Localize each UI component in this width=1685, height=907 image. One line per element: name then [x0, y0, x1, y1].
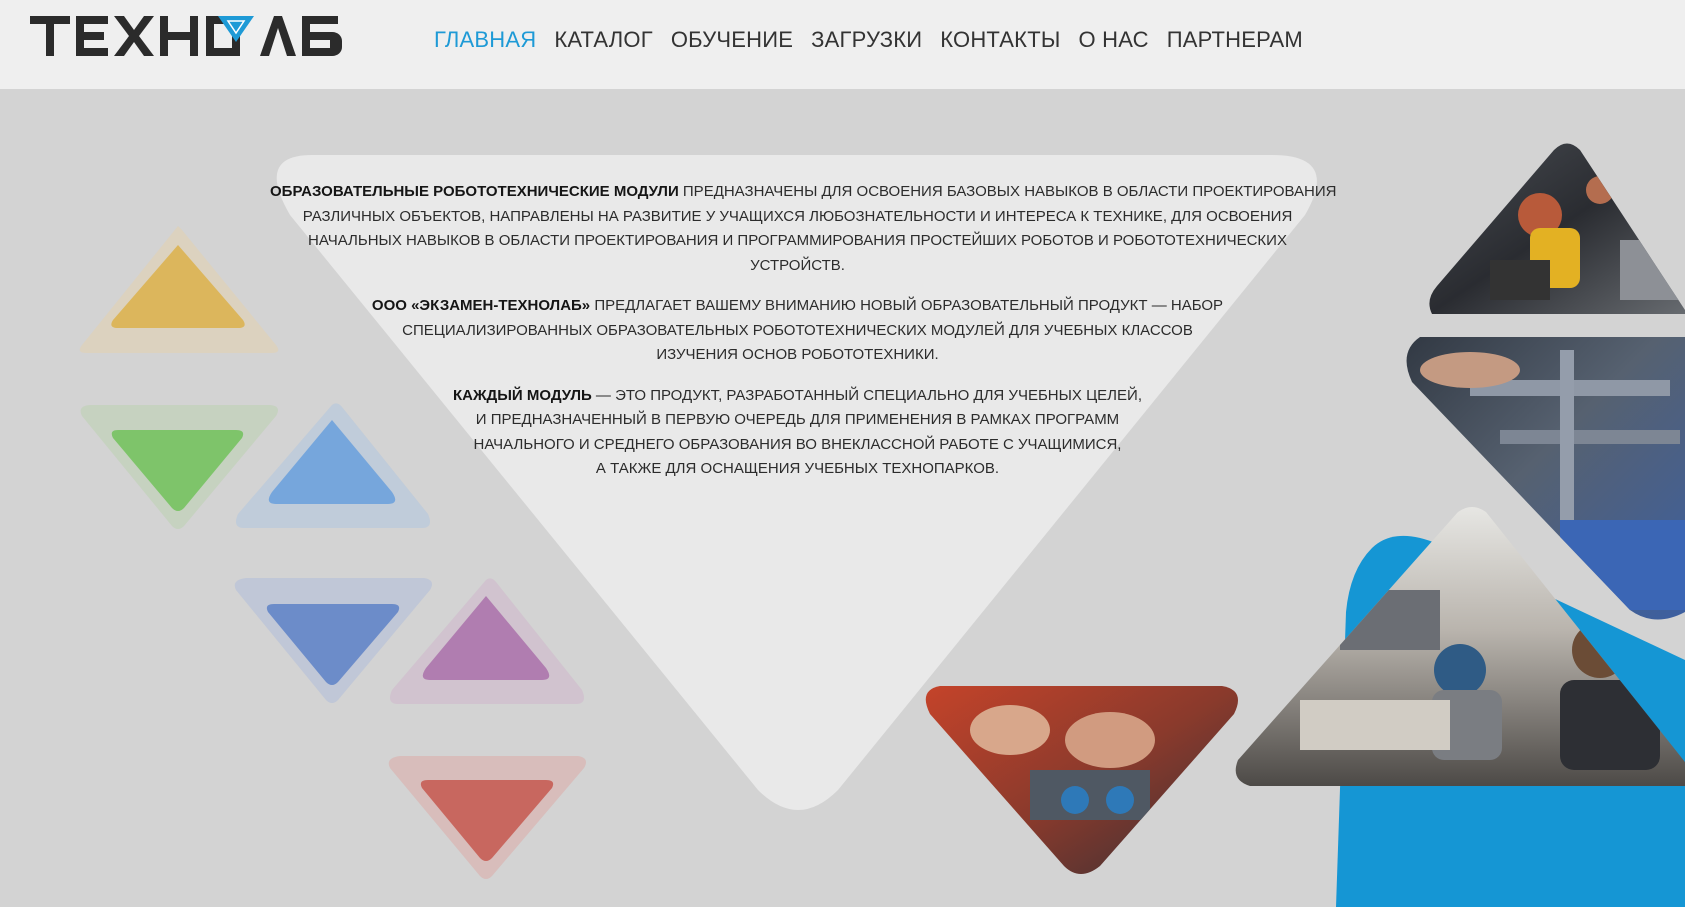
- intro-p2-line3: ИЗУЧЕНИЯ ОСНОВ РОБОТОТЕХНИКИ.: [656, 346, 939, 363]
- intro-paragraph-3: КАЖДЫЙ МОДУЛЬ — ЭТО ПРОДУКТ, РАЗРАБОТАНН…: [270, 384, 1325, 482]
- intro-p1-line1: ПРЕДНАЗНАЧЕНЫ ДЛЯ ОСВОЕНИЯ БАЗОВЫХ НАВЫК…: [678, 183, 1337, 200]
- intro-p1-line4: УСТРОЙСТВ.: [750, 256, 845, 274]
- intro-p1-line2: РАЗЛИЧНЫХ ОБЪЕКТОВ, НАПРАВЛЕНЫ НА РАЗВИТ…: [302, 207, 1293, 225]
- intro-p3-line3: НАЧАЛЬНОГО И СРЕДНЕГО ОБРАЗОВАНИЯ ВО ВНЕ…: [473, 435, 1122, 453]
- intro-p1-line3: НАЧАЛЬНЫХ НАВЫКОВ В ОБЛАСТИ ПРОЕКТИРОВАН…: [308, 232, 1287, 249]
- intro-p2-bold: ООО «ЭКЗАМЕН-ТЕХНОЛАБ»: [371, 297, 591, 314]
- intro-paragraph-2: ООО «ЭКЗАМЕН-ТЕХНОЛАБ» ПРЕДЛАГАЕТ ВАШЕМУ…: [270, 294, 1325, 368]
- intro-p3-line1: — ЭТО ПРОДУКТ, РАЗРАБОТАННЫЙ СПЕЦИАЛЬНО …: [591, 386, 1142, 404]
- intro-p3-line2: И ПРЕДНАЗНАЧЕННЫЙ В ПЕРВУЮ ОЧЕРЕДЬ ДЛЯ П…: [475, 411, 1120, 428]
- intro-p2-line2: СПЕЦИАЛИЗИРОВАННЫХ ОБРАЗОВАТЕЛЬНЫХ РОБОТ…: [402, 321, 1193, 339]
- photo-robot-workshop: [1429, 143, 1685, 314]
- intro-p2-line1: ПРЕДЛАГАЕТ ВАШЕМУ ВНИМАНИЮ НОВЫЙ ОБРАЗОВ…: [590, 297, 1224, 314]
- intro-text: ОБРАЗОВАТЕЛЬНЫЕ РОБОТОТЕХНИЧЕСКИЕ МОДУЛИ…: [270, 180, 1336, 498]
- triangle-red-group: [388, 756, 586, 879]
- intro-paragraph-1: ОБРАЗОВАТЕЛЬНЫЕ РОБОТОТЕХНИЧЕСКИЕ МОДУЛИ…: [270, 180, 1336, 278]
- intro-p3-bold: КАЖДЫЙ МОДУЛЬ: [453, 386, 592, 404]
- triangle-yellow-group: [79, 226, 279, 353]
- intro-p3-line4: А ТАКЖЕ ДЛЯ ОСНАЩЕНИЯ УЧЕБНЫХ ТЕХНОПАРКО…: [595, 460, 1000, 477]
- photo-hands-parts: [925, 686, 1238, 874]
- intro-p1-bold: ОБРАЗОВАТЕЛЬНЫЕ РОБОТОТЕХНИЧЕСКИЕ МОДУЛИ: [270, 183, 679, 200]
